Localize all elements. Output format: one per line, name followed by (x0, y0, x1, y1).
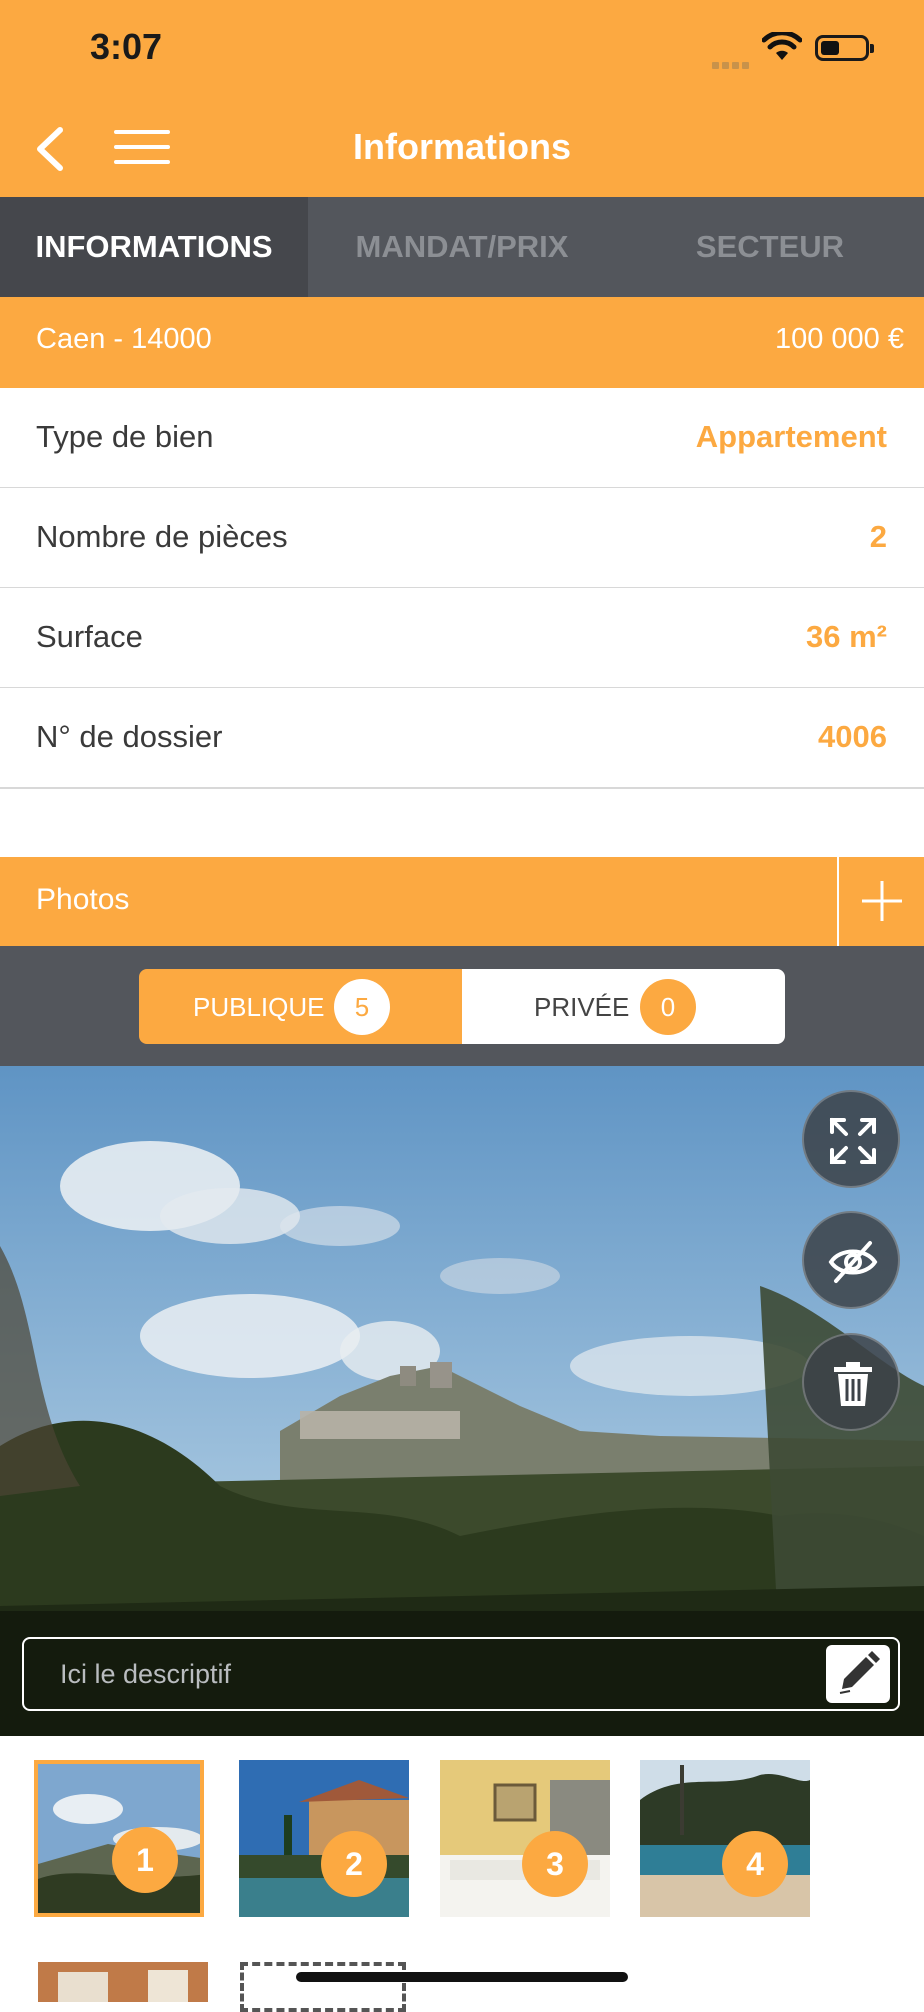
photo-thumbnail-2[interactable]: 2 (239, 1760, 409, 1917)
navigation-bar: Informations (0, 100, 924, 197)
photo-visibility-bar: PUBLIQUE 5 PRIVÉE 0 (0, 946, 924, 1066)
detail-label: Nombre de pièces (36, 519, 288, 554)
photo-thumbnail-5[interactable] (38, 1962, 208, 2002)
detail-value: 2 (869, 519, 887, 554)
main-photo[interactable] (0, 1066, 924, 1736)
location-price-bar: Caen - 14000 100 000 € (0, 297, 924, 388)
fullscreen-icon (830, 1118, 876, 1164)
plus-icon[interactable] (860, 879, 904, 923)
thumbnail-number: 1 (112, 1827, 178, 1893)
detail-row-surface[interactable]: Surface 36 m² (0, 588, 924, 689)
trash-icon (834, 1362, 872, 1406)
thumbnail-image (640, 1760, 810, 1917)
photos-header: Photos (0, 857, 924, 946)
tab-secteur[interactable]: SECTEUR (616, 197, 924, 297)
cellular-signal-icon (712, 56, 752, 69)
battery-icon (815, 35, 874, 61)
location-label: Caen - 14000 (36, 323, 212, 355)
detail-row-file-number[interactable]: N° de dossier 4006 (0, 688, 924, 789)
photo-thumbnail-1[interactable]: 1 (34, 1760, 204, 1917)
thumbnail-number: 2 (321, 1831, 387, 1897)
tab-informations[interactable]: INFORMATIONS (0, 197, 308, 297)
status-time: 3:07 (90, 26, 163, 67)
photo-description-field[interactable]: Ici le descriptif (22, 1637, 900, 1711)
segment-label: PRIVÉE (534, 992, 630, 1022)
thumbnail-number: 4 (722, 1831, 788, 1897)
status-bar: 3:07 (0, 0, 924, 100)
thumbnail-number: 3 (522, 1831, 588, 1897)
photo-thumbnail-3[interactable]: 3 (440, 1760, 610, 1917)
segment-public[interactable]: PUBLIQUE 5 (139, 969, 462, 1044)
thumbnail-image (38, 1962, 208, 2002)
visibility-segmented-control: PUBLIQUE 5 PRIVÉE 0 (139, 969, 785, 1044)
detail-value: 4006 (818, 719, 887, 754)
eye-off-icon (828, 1241, 878, 1283)
description-placeholder: Ici le descriptif (60, 1659, 232, 1689)
fullscreen-button[interactable] (802, 1090, 900, 1188)
hide-photo-button[interactable] (802, 1211, 900, 1309)
wifi-icon (762, 32, 802, 60)
pencil-icon (839, 1651, 880, 1694)
home-indicator (296, 1972, 628, 1982)
page-title: Informations (352, 126, 571, 167)
detail-value: 36 m² (806, 619, 887, 654)
photo-thumbnail-strip: 1 2 3 4 (0, 1736, 924, 2000)
delete-photo-button[interactable] (802, 1333, 900, 1431)
price-label: 100 000 € (774, 323, 904, 355)
count-badge: 5 (334, 979, 390, 1035)
count-badge: 0 (640, 979, 696, 1035)
detail-value: Appartement (695, 419, 887, 454)
detail-row-type[interactable]: Type de bien Appartement (0, 388, 924, 489)
detail-label: Surface (36, 619, 143, 654)
tab-mandat-prix[interactable]: MANDAT/PRIX (308, 197, 616, 297)
divider (837, 857, 839, 946)
tab-bar: INFORMATIONS MANDAT/PRIX SECTEUR (0, 197, 924, 297)
thumbnail-image (440, 1760, 610, 1917)
segment-private[interactable]: PRIVÉE 0 (462, 969, 785, 1044)
detail-label: Type de bien (36, 419, 214, 454)
detail-row-rooms[interactable]: Nombre de pièces 2 (0, 488, 924, 589)
detail-label: N° de dossier (36, 719, 223, 754)
photo-thumbnail-4[interactable]: 4 (640, 1760, 810, 1917)
thumbnail-image (239, 1760, 409, 1917)
edit-description-button[interactable] (826, 1645, 890, 1703)
segment-label: PUBLIQUE (193, 992, 325, 1022)
photos-title: Photos (36, 883, 130, 916)
add-photo-placeholder[interactable] (240, 1962, 406, 2012)
